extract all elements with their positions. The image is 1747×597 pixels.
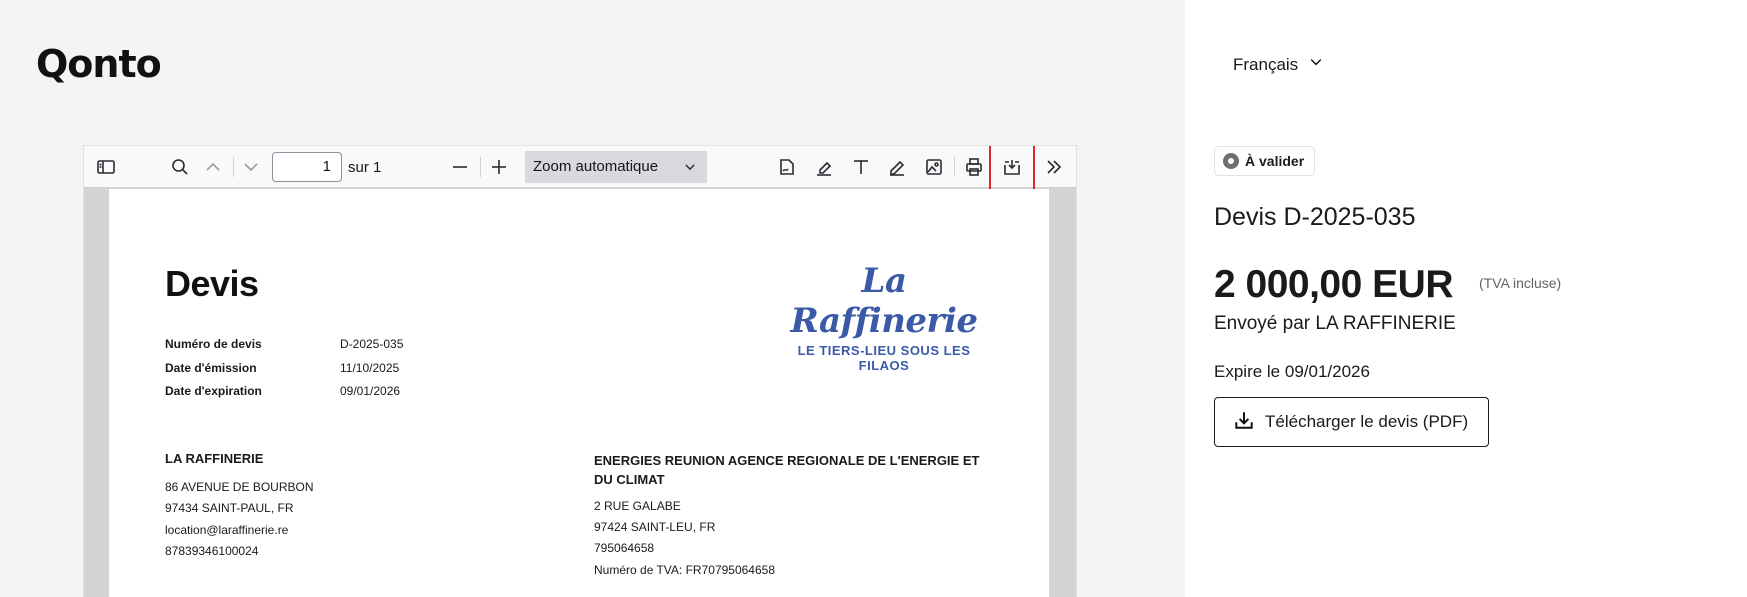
download-highlight-box <box>989 146 1035 193</box>
expiry-text: Expire le 09/01/2026 <box>1214 362 1370 381</box>
zoom-select[interactable]: Zoom automatique <box>525 151 707 183</box>
client-line: 795064658 <box>594 541 655 555</box>
draw-icon[interactable] <box>881 152 913 182</box>
sender-name: LA RAFFINERIE <box>165 451 264 466</box>
quote-amount: 2 000,00 EUR <box>1214 263 1454 306</box>
download-pdf-button[interactable]: Télécharger le devis (PDF) <box>1214 397 1489 447</box>
print-icon[interactable] <box>958 152 990 182</box>
highlight-icon[interactable] <box>808 152 840 182</box>
qonto-logo: Qonto <box>36 42 162 86</box>
meta-label: Numéro de devis <box>165 337 262 351</box>
sender-line: 86 AVENUE DE BOURBON <box>165 480 314 494</box>
client-line: 2 RUE GALABE <box>594 499 681 513</box>
company-logo-name: La Raffinerie <box>790 261 978 341</box>
chevron-down-icon <box>683 151 697 183</box>
signature-icon[interactable] <box>771 152 803 182</box>
pdf-viewer: 1 sur 1 Zoom automatique Devis Numéro de… <box>84 146 1076 597</box>
zoom-label: Zoom automatique <box>533 158 659 175</box>
page-count: sur 1 <box>348 159 382 176</box>
company-logo-tagline: LE TIERS-LIEU SOUS LES FILAOS <box>797 343 971 373</box>
company-logo: La Raffinerie LE TIERS-LIEU SOUS LES FIL… <box>774 261 994 373</box>
document-preview-area: Qonto 1 sur 1 Zoom automatique Devis Num… <box>0 0 1185 597</box>
download-icon <box>1233 409 1255 436</box>
download-pdf-label: Télécharger le devis (PDF) <box>1265 412 1469 431</box>
quote-details-panel: Français À valider Devis D-2025-035 2 00… <box>1185 0 1747 597</box>
sender-line: 97434 SAINT-PAUL, FR <box>165 501 294 515</box>
client-line: 97424 SAINT-LEU, FR <box>594 520 716 534</box>
language-selector[interactable]: Français <box>1233 54 1324 75</box>
document-title: Devis <box>165 263 259 304</box>
meta-label: Date d'expiration <box>165 384 262 398</box>
zoom-in-icon[interactable] <box>483 152 515 182</box>
tva-note: (TVA incluse) <box>1479 275 1562 291</box>
image-icon[interactable] <box>918 152 950 182</box>
next-page-icon[interactable] <box>235 152 267 182</box>
status-icon <box>1223 153 1239 169</box>
client-line: Numéro de TVA: FR70795064658 <box>594 563 776 577</box>
more-tools-icon[interactable] <box>1038 152 1070 182</box>
pdf-toolbar: 1 sur 1 Zoom automatique <box>84 146 1076 193</box>
sent-by: Envoyé par LA RAFFINERIE <box>1214 313 1456 334</box>
search-icon[interactable] <box>164 152 196 182</box>
quote-title: Devis D-2025-035 <box>1214 203 1416 231</box>
text-icon[interactable] <box>845 152 877 182</box>
sidebar-toggle-icon[interactable] <box>90 152 122 182</box>
meta-value: 11/10/2025 <box>340 361 400 375</box>
zoom-out-icon[interactable] <box>444 152 476 182</box>
meta-label: Date d'émission <box>165 361 257 375</box>
status-label: À valider <box>1245 153 1305 169</box>
chevron-down-icon <box>1308 54 1324 75</box>
pdf-page: Devis Numéro de devis D-2025-035 Date d'… <box>109 189 1049 597</box>
previous-page-icon[interactable] <box>197 152 229 182</box>
meta-value: 09/01/2026 <box>340 384 401 398</box>
status-badge: À valider <box>1214 146 1316 176</box>
sender-line: 87839346100024 <box>165 544 259 558</box>
sender-line: location@laraffinerie.re <box>165 523 289 537</box>
page-number-input[interactable]: 1 <box>272 152 342 182</box>
client-name: ENERGIES REUNION AGENCE REGIONALE DE L'E… <box>594 453 980 487</box>
language-label: Français <box>1233 54 1299 74</box>
meta-value: D-2025-035 <box>340 337 404 351</box>
